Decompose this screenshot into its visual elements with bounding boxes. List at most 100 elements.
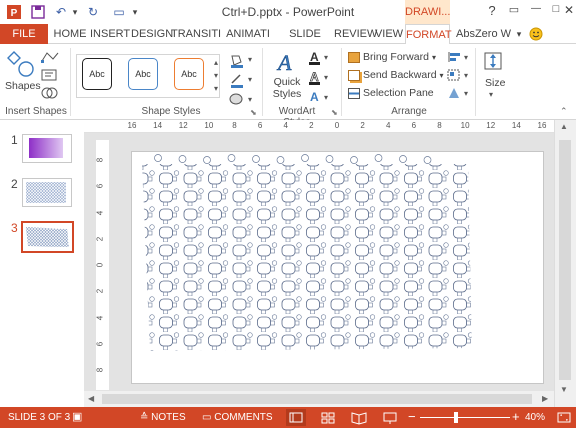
shapes-gallery-icon[interactable] [6,50,36,80]
user-account[interactable]: AbsZero W [456,24,514,44]
shape-effects-icon[interactable]: ▾ [228,92,256,106]
merge-shapes-icon[interactable] [40,86,60,100]
size-dropdown-icon[interactable]: ▾ [489,90,493,99]
slide-thumbnail-pane [0,120,84,407]
zoom-slider-thumb[interactable] [454,412,458,423]
shape-styles-launcher-icon[interactable]: ⬊ [250,108,257,117]
ruler-tick-label: 6 [257,121,263,130]
gallery-scroll-icon[interactable]: ▴ ▾ ▾ [211,56,221,96]
align-icon[interactable]: ▾ [446,50,472,64]
size-label[interactable]: Size [485,77,505,89]
collapse-ribbon-icon[interactable]: ⌃ [560,106,568,117]
zoom-level[interactable]: 40% [525,412,545,423]
shape-handle[interactable] [301,154,309,162]
spell-check-icon[interactable]: ▣ [72,410,82,423]
size-icon[interactable] [482,50,504,72]
text-fill-icon[interactable]: A ▾ [308,50,332,66]
send-backward-button[interactable]: Send Backward ▾ [348,69,444,81]
shape-styles-group-label: Shape Styles [141,106,201,117]
quick-styles-label[interactable]: Quick Styles [272,76,302,100]
slide-canvas[interactable] [131,151,544,384]
normal-view-icon[interactable] [286,409,306,426]
svg-text:A: A [310,90,319,104]
title-bar: P ↶ ▾ ↻ ▭ ▾ Ctrl+D.pptx - PowerPoint DRA… [0,0,576,24]
shape-outline-icon[interactable]: ▾ [228,72,256,88]
shape-handle[interactable] [276,156,285,164]
shape-handle[interactable] [423,156,432,164]
svg-text:▾: ▾ [324,93,328,102]
tab-insert[interactable]: INSERT [90,24,130,44]
ruler-tick-label: 16 [537,121,547,130]
text-effects-icon[interactable]: A ▾ [308,90,332,104]
tab-format[interactable]: FORMAT [405,24,452,45]
slide-thumbnail-3[interactable] [21,221,74,253]
close-icon[interactable]: ✕ [559,3,576,21]
horizontal-scrollbar[interactable]: ◀ ▶ [84,391,554,407]
shape-handle[interactable] [252,155,260,163]
ruler-tick-label: 8 [95,367,105,373]
shape-handle[interactable] [227,154,236,162]
bring-forward-button[interactable]: Bring Forward ▾ [348,51,436,63]
ribbon-display-icon[interactable]: ▭ [504,3,524,21]
shape-handle[interactable] [203,156,211,164]
slide-thumbnail-2[interactable] [22,178,72,207]
shape-handle[interactable] [178,155,187,163]
group-divider [341,48,342,116]
tab-home[interactable]: HOME [52,24,88,44]
zoom-in-icon[interactable]: + [512,409,520,424]
shape-style-3[interactable]: Abc [174,58,204,90]
zoom-slider[interactable] [420,412,510,423]
slide-thumbnail-1[interactable] [22,134,72,163]
edit-shape-icon[interactable] [40,50,60,64]
tab-transitions[interactable]: TRANSITI [171,24,221,44]
rotate-icon[interactable]: ▾ [446,86,472,100]
text-box-icon[interactable] [40,68,60,82]
wordart-launcher-icon[interactable]: ⬊ [331,108,338,117]
shape-fill-icon[interactable]: ▾ [228,52,256,68]
svg-text:A: A [310,70,319,84]
scroll-right-icon[interactable]: ▶ [542,394,548,403]
help-icon[interactable]: ? [482,3,502,21]
shapes-button-label[interactable]: Shapes [5,80,41,92]
shape-handle[interactable] [325,155,334,163]
selection-pane-button[interactable]: Selection Pane [348,87,434,99]
bring-forward-label: Bring Forward [363,51,429,63]
tab-view[interactable]: VIEW [374,24,404,44]
notes-button[interactable]: ≙ NOTES [140,412,186,423]
smiley-feedback-icon[interactable] [526,24,546,44]
shape-handle[interactable] [399,155,407,163]
selection-pane-icon [348,87,360,99]
slide-sorter-icon[interactable] [318,409,338,426]
slideshow-view-icon[interactable] [380,409,400,426]
svg-text:▾: ▾ [464,71,468,80]
fit-slide-icon[interactable] [556,410,572,425]
scroll-up-icon[interactable]: ▲ [560,122,568,131]
hscrollbar-thumb[interactable] [102,394,532,404]
shape-style-1[interactable]: Abc [82,58,112,90]
zoom-out-icon[interactable]: − [408,409,416,424]
minimize-icon[interactable]: — [526,3,546,21]
ruler-tick-label: 4 [95,315,105,320]
shape-style-2[interactable]: Abc [128,58,158,90]
shape-handle[interactable] [374,154,383,162]
tab-review[interactable]: REVIEW [334,24,377,44]
tab-design[interactable]: DESIGN [131,24,173,44]
vertical-scrollbar[interactable]: ▲ ▼ [554,120,576,407]
quick-styles-icon[interactable]: A [272,48,302,76]
shape-grid[interactable] [132,152,543,383]
text-outline-icon[interactable]: A ▾ [308,70,332,86]
reading-view-icon[interactable] [349,409,369,426]
tab-file[interactable]: FILE [0,24,48,44]
ruler-tick-label: 8 [232,121,237,130]
tab-animations[interactable]: ANIMATI [224,24,272,44]
shape-handle[interactable] [350,156,358,164]
scroll-down-icon[interactable]: ▼ [560,385,568,394]
tab-slideshow[interactable]: SLIDE SHO [278,24,332,60]
user-dropdown-icon[interactable]: ▾ [514,24,524,44]
scroll-left-icon[interactable]: ◀ [88,394,94,403]
scrollbar-thumb[interactable] [559,140,571,380]
shape-handle[interactable] [154,154,162,162]
group-objects-icon[interactable]: ▾ [446,68,472,82]
svg-text:A: A [276,50,292,74]
comments-button[interactable]: ▭ COMMENTS [202,412,273,423]
